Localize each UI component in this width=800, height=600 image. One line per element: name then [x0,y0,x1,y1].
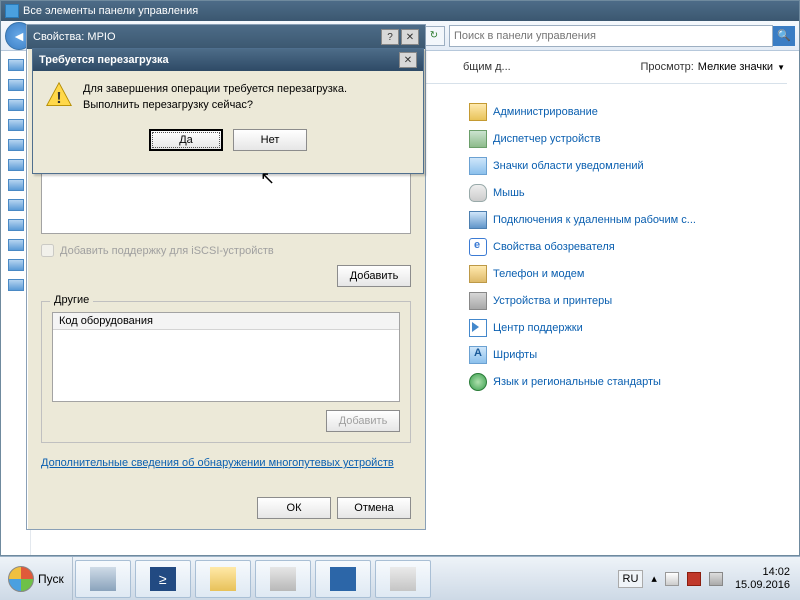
fonts-icon [469,346,487,364]
cpl-action-center[interactable]: Центр поддержки [469,314,696,341]
flag-icon [469,319,487,337]
notification-area-icon [469,157,487,175]
start-label: Пуск [38,572,64,586]
search-box[interactable] [449,25,773,47]
tray-flag-icon[interactable] [665,572,679,586]
confirm-titlebar[interactable]: Требуется перезагрузка ✕ [33,49,423,71]
cpl-internet-options[interactable]: Свойства обозревателя [469,233,696,260]
powershell-icon: ≥ [150,567,176,591]
taskbar: Пуск ≥ RU ▴ 14:02 15.09.2016 [0,556,800,600]
mpio-title-text: Свойства: MPIO [33,31,379,43]
iscsi-support-label: Добавить поддержку для iSCSI-устройств [60,245,274,257]
tray-chevron-icon[interactable]: ▴ [651,572,657,585]
tray-volume-icon[interactable] [709,572,723,586]
cpl-fonts[interactable]: Шрифты [469,341,696,368]
cancel-button[interactable]: Отмена [337,497,411,519]
start-button[interactable]: Пуск [0,557,73,600]
search-button[interactable]: 🔍 [773,26,795,46]
taskbar-app-6[interactable] [375,560,431,598]
truncated-left-item[interactable]: бщим д... [463,61,641,73]
refresh-button[interactable]: ↻ [423,26,445,46]
cpl-notification-icons[interactable]: Значки области уведомлений [469,152,696,179]
explorer-window-title: Все элементы панели управления [23,5,198,17]
chevron-down-icon: ▼ [777,63,785,72]
app-icon [330,567,356,591]
yes-button[interactable]: Да [149,129,223,151]
taskbar-app-5[interactable] [315,560,371,598]
explorer-icon [210,567,236,591]
app-icon [390,567,416,591]
iscsi-support-checkbox[interactable] [41,244,54,257]
phone-modem-icon [469,265,487,283]
view-label: Просмотр: [641,61,694,73]
device-manager-icon [469,130,487,148]
taskbar-powershell[interactable]: ≥ [135,560,191,598]
system-tray: RU ▴ 14:02 15.09.2016 [612,557,800,600]
hardware-id-header: Код оборудования [53,313,399,330]
help-button[interactable]: ? [381,29,399,45]
ok-button[interactable]: ОК [257,497,331,519]
cpl-devices-printers[interactable]: Устройства и принтеры [469,287,696,314]
control-panel-icon [5,4,19,18]
printer-icon [469,292,487,310]
confirm-title-text: Требуется перезагрузка [39,54,397,66]
cpl-region-language[interactable]: Язык и региональные стандарты [469,368,696,395]
confirm-close-button[interactable]: ✕ [399,52,417,68]
restart-required-dialog: Требуется перезагрузка ✕ ! Для завершени… [32,48,424,174]
server-manager-icon [90,567,116,591]
others-groupbox: Другие Код оборудования Добавить [41,301,411,443]
mouse-icon [469,184,487,202]
close-button[interactable]: ✕ [401,29,419,45]
no-button[interactable]: Нет [233,129,307,151]
cpl-device-manager[interactable]: Диспетчер устройств [469,125,696,152]
hardware-id-listbox[interactable]: Код оборудования [52,312,400,402]
clock-date: 15.09.2016 [735,579,790,592]
cpl-mouse[interactable]: Мышь [469,179,696,206]
clock[interactable]: 14:02 15.09.2016 [731,566,794,592]
svg-text:!: ! [56,90,61,107]
others-group-title: Другие [50,294,93,306]
internet-options-icon [469,238,487,256]
cpl-admin[interactable]: Администрирование [469,98,696,125]
admin-tools-icon [469,103,487,121]
start-orb-icon [8,566,34,592]
cpl-phone-modem[interactable]: Телефон и модем [469,260,696,287]
taskbar-server-manager[interactable] [75,560,131,598]
remote-desktop-icon [469,211,487,229]
view-dropdown[interactable]: Мелкие значки▼ [698,61,785,73]
language-indicator[interactable]: RU [618,570,644,588]
search-input[interactable] [450,30,772,42]
mpio-titlebar[interactable]: Свойства: MPIO ? ✕ [27,25,425,49]
add-button-1[interactable]: Добавить [337,265,411,287]
confirm-message: Для завершения операции требуется переза… [83,81,347,113]
control-panel-items: Администрирование Диспетчер устройств Зн… [469,98,696,395]
warning-icon: ! [45,81,73,109]
explorer-titlebar: Все элементы панели управления [1,1,799,21]
clock-time: 14:02 [735,566,790,579]
globe-icon [469,373,487,391]
taskbar-app-4[interactable] [255,560,311,598]
taskbar-explorer[interactable] [195,560,251,598]
mpio-help-link[interactable]: Дополнительные сведения об обнаружении м… [41,457,394,469]
app-icon [270,567,296,591]
cpl-remote-desktop[interactable]: Подключения к удаленным рабочим с... [469,206,696,233]
tray-network-icon[interactable] [687,572,701,586]
add-button-2[interactable]: Добавить [326,410,400,432]
